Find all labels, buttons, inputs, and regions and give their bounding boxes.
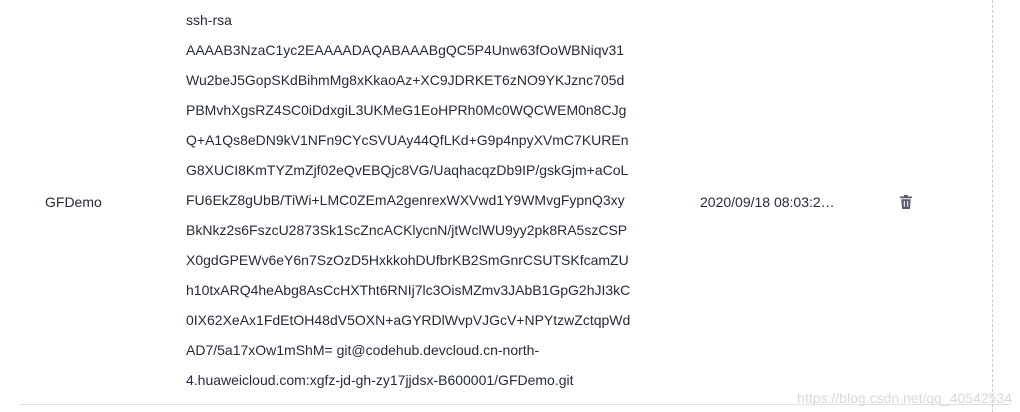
public-key-line: 0IX62XeAx1FdEtOH48dV5OXN+aGYRDlWvpVJGcV+… (186, 312, 631, 328)
table-row: GFDemo ssh-rsa AAAAB3NzaC1yc2EAAAADAQABA… (20, 0, 1010, 405)
watermark: https://blog.csdn.net/qq_40542534 (797, 390, 1012, 406)
delete-button[interactable] (896, 192, 916, 212)
created-time: 2020/09/18 08:03:2… (700, 194, 835, 210)
public-key-line: FU6EkZ8gUbB/TiWi+LMC0ZEmA2genrexWXVwd1Y9… (186, 192, 625, 208)
public-key-line: X0gdGPEWv6eY6n7SzOzD5HxkkohDUfbrKB2SmGnr… (186, 252, 629, 268)
actions-cell (896, 0, 916, 404)
key-name: GFDemo (45, 194, 102, 210)
created-time-cell: 2020/09/18 08:03:2… (700, 0, 850, 404)
public-key-line: 4.huaweicloud.com:xgfz-jd-gh-zy17jjdsx-B… (186, 372, 574, 388)
ssh-key-table: GFDemo ssh-rsa AAAAB3NzaC1yc2EAAAADAQABA… (0, 0, 1020, 412)
public-key-line: Wu2beJ5GopSKdBihmMg8xKkaoAz+XC9JDRKET6zN… (186, 72, 625, 88)
public-key-line: h10txARQ4heAbg8AsCcHXTht6RNIj7lc3OisMZmv… (186, 282, 631, 298)
public-key-line: AD7/5a17xOw1mShM= git@codehub.devcloud.c… (186, 342, 540, 358)
key-name-cell: GFDemo (45, 0, 102, 404)
scroll-edge-divider (992, 0, 993, 412)
public-key-line: BkNkz2s6FszcU2873Sk1ScZncACKlycnN/jtWclW… (186, 222, 628, 238)
trash-icon (900, 195, 912, 209)
public-key-line: PBMvhXgsRZ4SC0iDdxgiL3UKMeG1EoHPRh0Mc0WQ… (186, 102, 627, 118)
public-key-line: G8XUCI8KmTYZmZjf02eQvEBQjc8VG/UaqhacqzDb… (186, 162, 629, 178)
public-key-line: ssh-rsa (186, 12, 232, 28)
public-key-line: Q+A1Qs8eDN9kV1NFn9CYcSVUAy44QfLKd+G9p4np… (186, 132, 629, 148)
public-key-cell: ssh-rsa AAAAB3NzaC1yc2EAAAADAQABAAABgQC5… (186, 5, 676, 395)
public-key-line: AAAAB3NzaC1yc2EAAAADAQABAAABgQC5P4Unw63f… (186, 42, 625, 58)
